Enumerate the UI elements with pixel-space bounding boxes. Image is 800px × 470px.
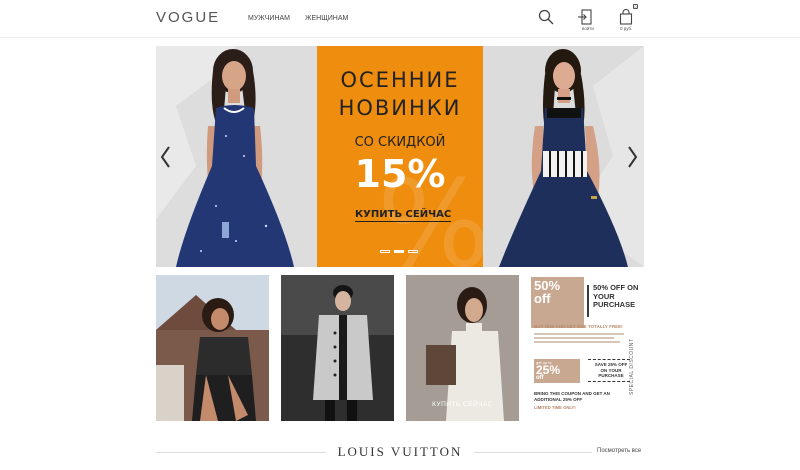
brand-divider-right (474, 452, 592, 453)
hero-promo-panel: % ОСЕННИЕ НОВИНКИ СО СКИДКОЙ 15% КУПИТЬ … (317, 46, 483, 267)
slider-prev-arrow-icon[interactable] (153, 143, 181, 171)
promo-buy-one-line: BUY ONE AND GET ONE TOTALLY FREE! (534, 324, 623, 329)
slider-dot-1[interactable] (380, 250, 390, 253)
login-label[interactable]: войти (582, 26, 594, 31)
promo-tile[interactable]: 50% off 50% OFF ON YOUR PURCHASE BUY ONE… (531, 275, 644, 421)
site-header: VOGUE МУЖЧИНАМ ЖЕНЩИНАМ войти 0 0 руб. (0, 0, 800, 38)
hero-buy-now-link[interactable]: КУПИТЬ СЕЙЧАС (355, 209, 452, 222)
save-text: SAVE 25% OFF ON YOUR PURCHASE (594, 362, 628, 378)
site-logo[interactable]: VOGUE (156, 9, 220, 26)
view-all-link[interactable]: Посмотреть все (597, 448, 641, 454)
look-tile-3[interactable]: КУПИТЬ СЕЙЧАС (406, 275, 519, 421)
hero-discount: 15% (354, 152, 446, 196)
slider-dot-2[interactable] (394, 250, 404, 253)
coupon-bring-text: BRING THIS COUPON AND GET AN ADDITIONAL … (534, 391, 610, 402)
hero-subtitle: СО СКИДКОЙ (354, 135, 446, 150)
promo-50-description: 50% OFF ON YOUR PURCHASE (593, 283, 639, 309)
search-icon[interactable] (538, 9, 554, 30)
nav-men[interactable]: МУЖЧИНАМ (248, 15, 290, 22)
coupon-off: off (536, 375, 544, 381)
nav-women[interactable]: ЖЕНЩИНАМ (305, 15, 348, 22)
look-3-buy-now-link[interactable]: КУПИТЬ СЕЙЧАС (406, 401, 519, 408)
promo-fine-print (534, 337, 614, 339)
promo-50-off: off (534, 291, 551, 306)
hero-slider: % ОСЕННИЕ НОВИНКИ СО СКИДКОЙ 15% КУПИТЬ … (156, 46, 644, 267)
promo-fine-print (534, 341, 620, 343)
promo-divider (587, 285, 589, 317)
brand-section-title: LOUIS VUITTON (337, 444, 463, 459)
look-tile-1[interactable] (156, 275, 269, 421)
promo-fine-print (534, 333, 624, 335)
special-discount-label: SPECIAL DISCOUNT (629, 338, 635, 395)
hero-title-line2: НОВИНКИ (338, 96, 462, 120)
cart-count-badge: 0 (633, 4, 638, 9)
look-tile-2[interactable] (281, 275, 394, 421)
cart-total-label[interactable]: 0 руб. (620, 26, 632, 31)
limited-time-label: LIMITED TIME ONLY! (534, 405, 576, 410)
slider-dot-3[interactable] (408, 250, 418, 253)
slider-next-arrow-icon[interactable] (617, 143, 645, 171)
hero-title-line1: ОСЕННИЕ (340, 68, 460, 92)
